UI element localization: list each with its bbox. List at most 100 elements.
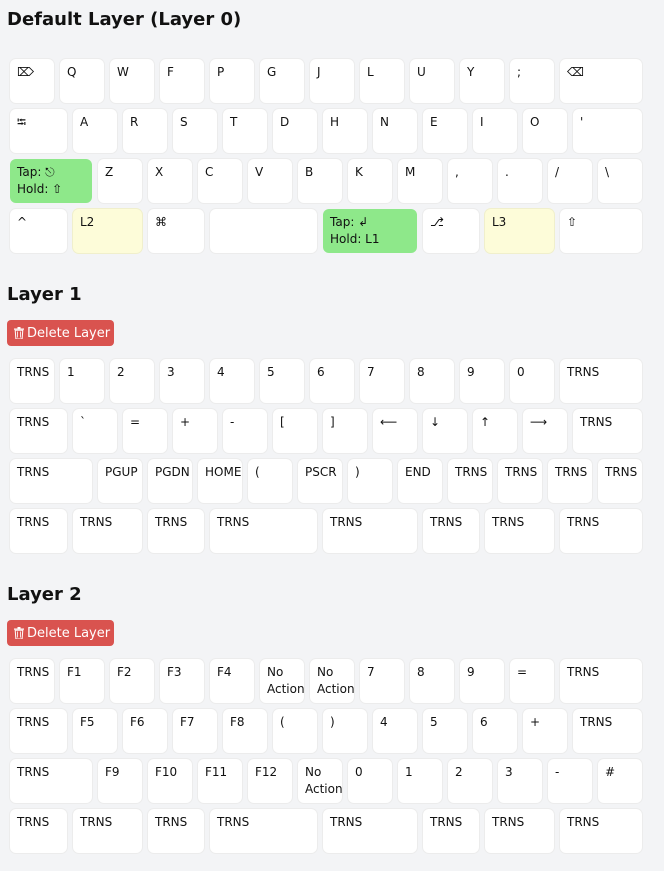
key-blank[interactable]: ] — [323, 409, 367, 453]
key-m[interactable]: M — [398, 159, 442, 203]
key-s[interactable]: S — [173, 109, 217, 153]
key-trns[interactable]: TRNS — [560, 809, 642, 853]
key-blank[interactable]: ⟵ — [373, 409, 417, 453]
key-a[interactable]: A — [73, 109, 117, 153]
key-blank[interactable]: ⌦ — [10, 59, 54, 103]
key-trns[interactable]: TRNS — [485, 509, 554, 553]
delete-layer-button[interactable]: Delete Layer — [7, 620, 114, 646]
key-trns[interactable]: TRNS — [573, 409, 642, 453]
key-trns[interactable]: TRNS — [73, 809, 142, 853]
key-n[interactable]: N — [373, 109, 417, 153]
key-8[interactable]: 8 — [410, 659, 454, 703]
key-8[interactable]: 8 — [410, 359, 454, 403]
key-6[interactable]: 6 — [473, 709, 517, 753]
key-7[interactable]: 7 — [360, 359, 404, 403]
key-trns[interactable]: TRNS — [423, 809, 479, 853]
key-f4[interactable]: F4 — [210, 659, 254, 703]
key-trns[interactable]: TRNS — [560, 509, 642, 553]
key-pgup[interactable]: PGUP — [98, 459, 142, 503]
key-9[interactable]: 9 — [460, 359, 504, 403]
key-pgdn[interactable]: PGDN — [148, 459, 192, 503]
key-f12[interactable]: F12 — [248, 759, 292, 803]
key-blank[interactable]: ) — [348, 459, 392, 503]
key-b[interactable]: B — [298, 159, 342, 203]
key-blank[interactable]: - — [548, 759, 592, 803]
key-1[interactable]: 1 — [398, 759, 442, 803]
key-trns[interactable]: TRNS — [210, 509, 317, 553]
key-d[interactable]: D — [273, 109, 317, 153]
key-f[interactable]: F — [160, 59, 204, 103]
key-f2[interactable]: F2 — [110, 659, 154, 703]
key-f1[interactable]: F1 — [60, 659, 104, 703]
key-trns[interactable]: TRNS — [498, 459, 542, 503]
key-j[interactable]: J — [310, 59, 354, 103]
key-trns[interactable]: TRNS — [10, 359, 54, 403]
key-blank[interactable]: / — [548, 159, 592, 203]
key-7[interactable]: 7 — [360, 659, 404, 703]
key-blank[interactable]: , — [448, 159, 492, 203]
key-r[interactable]: R — [123, 109, 167, 153]
key-2[interactable]: 2 — [448, 759, 492, 803]
key-4[interactable]: 4 — [373, 709, 417, 753]
key-l[interactable]: L — [360, 59, 404, 103]
key-q[interactable]: Q — [60, 59, 104, 103]
key-blank[interactable]: = — [510, 659, 554, 703]
key-blank[interactable]: \ — [598, 159, 642, 203]
key-trns[interactable]: TRNS — [10, 759, 92, 803]
key-6[interactable]: 6 — [310, 359, 354, 403]
key-blank[interactable]: ` — [73, 409, 117, 453]
key-trns[interactable]: TRNS — [10, 809, 67, 853]
key-trns[interactable]: TRNS — [560, 659, 642, 703]
key-l2[interactable]: L2 — [73, 209, 142, 253]
key-blank[interactable]: [ — [273, 409, 317, 453]
key-trns[interactable]: TRNS — [323, 809, 417, 853]
key-home[interactable]: HOME — [198, 459, 242, 503]
key-blank[interactable]: ' — [573, 109, 642, 153]
key-blank[interactable]: ⟶ — [523, 409, 567, 453]
key-blank[interactable]: ) — [323, 709, 367, 753]
key-blank[interactable]: # — [598, 759, 642, 803]
key-tap-hold[interactable]: Tap: ⎋ Hold: ⇧ — [10, 159, 92, 203]
delete-layer-button[interactable]: Delete Layer — [7, 320, 114, 346]
key-3[interactable]: 3 — [160, 359, 204, 403]
key-blank[interactable]: = — [123, 409, 167, 453]
key-trns[interactable]: TRNS — [10, 709, 67, 753]
key-trns[interactable]: TRNS — [73, 509, 142, 553]
key-no-action[interactable]: No Action — [298, 759, 342, 803]
key-blank[interactable]: ⌫ — [560, 59, 642, 103]
key-f10[interactable]: F10 — [148, 759, 192, 803]
key-l3[interactable]: L3 — [485, 209, 554, 253]
key-5[interactable]: 5 — [423, 709, 467, 753]
key-trns[interactable]: TRNS — [573, 709, 642, 753]
key-i[interactable]: I — [473, 109, 517, 153]
key-blank[interactable]: ⎇ — [423, 209, 479, 253]
key-3[interactable]: 3 — [498, 759, 542, 803]
key-4[interactable]: 4 — [210, 359, 254, 403]
key-0[interactable]: 0 — [348, 759, 392, 803]
key-blank[interactable]: ( — [248, 459, 292, 503]
key-trns[interactable]: TRNS — [423, 509, 479, 553]
key-h[interactable]: H — [323, 109, 367, 153]
key-trns[interactable]: TRNS — [448, 459, 492, 503]
key-blank[interactable]: ⌘ — [148, 209, 204, 253]
key-no-action[interactable]: No Action — [260, 659, 304, 703]
key-blank[interactable]: + — [523, 709, 567, 753]
key-x[interactable]: X — [148, 159, 192, 203]
key-trns[interactable]: TRNS — [10, 409, 67, 453]
key-g[interactable]: G — [260, 59, 304, 103]
key-5[interactable]: 5 — [260, 359, 304, 403]
key-blank[interactable]: ⭾ — [10, 109, 67, 153]
key-y[interactable]: Y — [460, 59, 504, 103]
key-0[interactable]: 0 — [510, 359, 554, 403]
key-trns[interactable]: TRNS — [323, 509, 417, 553]
key-no-action[interactable]: No Action — [310, 659, 354, 703]
key-blank[interactable] — [210, 209, 317, 253]
key-t[interactable]: T — [223, 109, 267, 153]
key-z[interactable]: Z — [98, 159, 142, 203]
key-pscr[interactable]: PSCR — [298, 459, 342, 503]
key-c[interactable]: C — [198, 159, 242, 203]
key-blank[interactable]: ^ — [10, 209, 67, 253]
key-blank[interactable]: + — [173, 409, 217, 453]
key-trns[interactable]: TRNS — [598, 459, 642, 503]
key-f3[interactable]: F3 — [160, 659, 204, 703]
